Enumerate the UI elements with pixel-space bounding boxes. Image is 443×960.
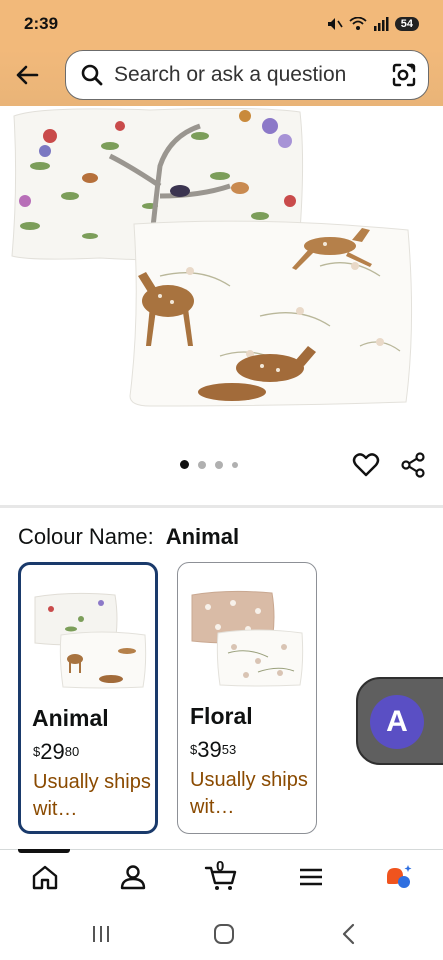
back-arrow-icon[interactable] xyxy=(12,60,42,90)
swatch-thumbnail xyxy=(34,592,147,689)
colour-value: Animal xyxy=(165,524,240,549)
product-image-art xyxy=(11,107,413,407)
product-image[interactable] xyxy=(0,106,443,436)
wifi-icon xyxy=(349,17,367,30)
carousel-dot[interactable] xyxy=(198,460,206,469)
battery-indicator: 54 xyxy=(394,17,419,31)
search-input[interactable] xyxy=(114,63,374,87)
cart-count: 0 xyxy=(216,858,225,875)
search-bar[interactable] xyxy=(65,50,429,100)
colour-label: Colour Name: xyxy=(18,524,154,549)
price-fraction: 53 xyxy=(221,742,237,757)
price-currency: $ xyxy=(33,744,41,759)
assistant-letter: A xyxy=(386,705,408,738)
assistant-icon[interactable]: A xyxy=(370,695,424,749)
share-icon[interactable] xyxy=(399,451,427,479)
header xyxy=(0,48,443,106)
system-navigation-bar xyxy=(0,905,443,960)
swatch-price: $29 80 xyxy=(33,741,79,763)
status-time: 2:39 xyxy=(24,14,59,33)
shipping-status: Usually ships wit… xyxy=(190,769,308,818)
swatch-name: Floral xyxy=(190,703,253,729)
mute-icon xyxy=(327,18,343,30)
nav-active-indicator xyxy=(18,849,70,853)
carousel-dot[interactable] xyxy=(215,460,223,469)
account-icon[interactable] xyxy=(118,862,148,892)
back-button-icon[interactable] xyxy=(336,921,362,947)
swatch-name: Animal xyxy=(32,705,109,731)
signal-icon xyxy=(373,17,389,31)
rufus-icon[interactable] xyxy=(383,862,413,892)
price-whole: 29 xyxy=(40,739,65,764)
swatch-thumbnail xyxy=(191,590,304,687)
home-icon[interactable] xyxy=(30,862,60,892)
price-currency: $ xyxy=(190,742,198,757)
carousel-dot[interactable] xyxy=(232,461,238,468)
cart-button[interactable]: 0 xyxy=(204,858,238,892)
camera-lens-icon[interactable] xyxy=(390,61,418,89)
floating-assistant-tab[interactable]: A xyxy=(356,677,443,765)
home-button-icon[interactable] xyxy=(211,921,237,947)
bottom-navigation: 0 xyxy=(0,849,443,905)
price-whole: 39 xyxy=(197,737,222,762)
shipping-status: Usually ships wit… xyxy=(33,771,151,820)
colour-swatch-animal[interactable]: Animal $29 80 Usually ships wit… xyxy=(18,562,158,834)
carousel-dot[interactable] xyxy=(180,460,189,469)
menu-icon[interactable] xyxy=(296,862,326,892)
search-icon xyxy=(81,64,103,86)
colour-swatch-floral[interactable]: Floral $39 53 Usually ships wit… xyxy=(177,562,317,834)
recent-apps-icon[interactable] xyxy=(88,921,114,947)
image-carousel-dots xyxy=(180,460,238,469)
status-bar: 2:39 54 xyxy=(0,0,443,48)
swatch-price: $39 53 xyxy=(190,739,236,761)
status-icons: 54 xyxy=(327,16,419,32)
colour-name-row: Colour Name: Animal xyxy=(18,524,239,550)
price-fraction: 80 xyxy=(64,744,80,759)
heart-icon[interactable] xyxy=(352,451,380,479)
section-divider xyxy=(0,505,443,508)
